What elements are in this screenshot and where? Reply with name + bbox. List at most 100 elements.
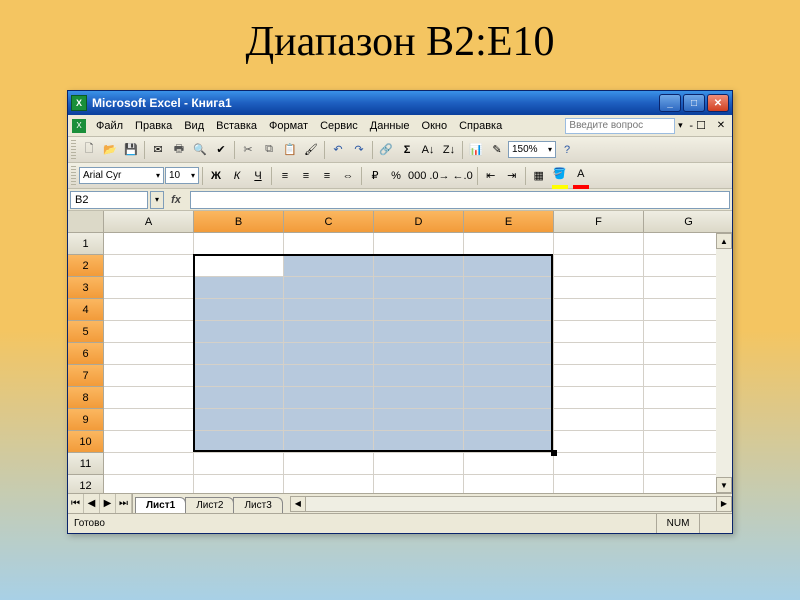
cell[interactable] bbox=[374, 255, 464, 277]
toolbar-grip[interactable] bbox=[71, 140, 76, 160]
select-all-corner[interactable] bbox=[68, 211, 104, 233]
sheet-prev-icon[interactable]: ◀ bbox=[84, 494, 100, 513]
cell[interactable] bbox=[554, 299, 644, 321]
menu-insert[interactable]: Вставка bbox=[210, 118, 263, 134]
cell[interactable] bbox=[464, 233, 554, 255]
vertical-scrollbar[interactable]: ▲ ▼ bbox=[716, 233, 732, 493]
decrease-decimal-icon[interactable]: ←.0 bbox=[452, 166, 474, 186]
print-icon[interactable]: 🖶 bbox=[169, 140, 189, 160]
cell-grid[interactable]: ABCDEFG123456789101112 bbox=[68, 211, 732, 493]
cell[interactable] bbox=[464, 299, 554, 321]
cell[interactable] bbox=[104, 255, 194, 277]
currency-icon[interactable]: ₽ bbox=[365, 166, 385, 186]
name-box-dropdown[interactable]: ▾ bbox=[150, 191, 164, 209]
cell[interactable] bbox=[104, 299, 194, 321]
help-dropdown-icon[interactable]: ▾ bbox=[675, 120, 685, 131]
cell[interactable] bbox=[464, 343, 554, 365]
scroll-down-icon[interactable]: ▼ bbox=[716, 477, 732, 493]
cell[interactable] bbox=[284, 453, 374, 475]
cell[interactable] bbox=[374, 453, 464, 475]
column-header[interactable]: D bbox=[374, 211, 464, 233]
italic-icon[interactable]: К bbox=[227, 166, 247, 186]
row-header[interactable]: 11 bbox=[68, 453, 104, 475]
cell[interactable] bbox=[194, 233, 284, 255]
scroll-up-icon[interactable]: ▲ bbox=[716, 233, 732, 249]
cell[interactable] bbox=[554, 475, 644, 493]
cell[interactable] bbox=[554, 431, 644, 453]
cell[interactable] bbox=[104, 409, 194, 431]
chart-icon[interactable]: 📊 bbox=[466, 140, 486, 160]
cell[interactable] bbox=[284, 475, 374, 493]
cell[interactable] bbox=[464, 365, 554, 387]
sheet-tab[interactable]: Лист2 bbox=[185, 497, 234, 513]
cell[interactable] bbox=[284, 409, 374, 431]
menu-view[interactable]: Вид bbox=[178, 118, 210, 134]
cell[interactable] bbox=[374, 299, 464, 321]
cell[interactable] bbox=[194, 299, 284, 321]
sheet-tab[interactable]: Лист1 bbox=[135, 497, 186, 513]
cell[interactable] bbox=[194, 277, 284, 299]
cell[interactable] bbox=[464, 431, 554, 453]
new-icon[interactable]: 🗋 bbox=[79, 140, 99, 160]
sheet-tab[interactable]: Лист3 bbox=[233, 497, 282, 513]
cell[interactable] bbox=[374, 475, 464, 493]
row-header[interactable]: 9 bbox=[68, 409, 104, 431]
row-header[interactable]: 12 bbox=[68, 475, 104, 493]
cell[interactable] bbox=[554, 409, 644, 431]
cell[interactable] bbox=[374, 277, 464, 299]
menu-help[interactable]: Справка bbox=[453, 118, 508, 134]
cell[interactable] bbox=[554, 277, 644, 299]
copy-icon[interactable]: ⧉ bbox=[259, 140, 279, 160]
fx-icon[interactable]: fx bbox=[166, 191, 186, 209]
cell[interactable] bbox=[554, 343, 644, 365]
cell[interactable] bbox=[464, 255, 554, 277]
cell[interactable] bbox=[554, 233, 644, 255]
increase-decimal-icon[interactable]: .0→ bbox=[428, 166, 450, 186]
row-header[interactable]: 8 bbox=[68, 387, 104, 409]
column-header[interactable]: F bbox=[554, 211, 644, 233]
merge-center-icon[interactable]: ⇔ bbox=[338, 166, 358, 186]
save-icon[interactable]: 💾 bbox=[121, 140, 141, 160]
cut-icon[interactable]: ✂ bbox=[238, 140, 258, 160]
help-search-input[interactable] bbox=[565, 118, 675, 134]
doc-close-button[interactable]: ✕ bbox=[713, 119, 729, 133]
cell[interactable] bbox=[554, 321, 644, 343]
cell[interactable] bbox=[284, 233, 374, 255]
cell[interactable] bbox=[104, 365, 194, 387]
cell[interactable] bbox=[464, 475, 554, 493]
maximize-button[interactable]: □ bbox=[683, 94, 705, 112]
cell[interactable] bbox=[194, 431, 284, 453]
cell[interactable] bbox=[284, 343, 374, 365]
cell[interactable] bbox=[104, 343, 194, 365]
cell[interactable] bbox=[194, 255, 284, 277]
menu-edit[interactable]: Правка bbox=[129, 118, 178, 134]
cell[interactable] bbox=[554, 255, 644, 277]
close-button[interactable]: ✕ bbox=[707, 94, 729, 112]
sort-desc-icon[interactable]: Z↓ bbox=[439, 140, 459, 160]
column-header[interactable]: E bbox=[464, 211, 554, 233]
cell[interactable] bbox=[194, 387, 284, 409]
cell[interactable] bbox=[284, 365, 374, 387]
cell[interactable] bbox=[374, 387, 464, 409]
name-box[interactable]: B2 bbox=[70, 191, 148, 209]
zoom-combo[interactable]: 150%▾ bbox=[508, 141, 556, 158]
row-header[interactable]: 6 bbox=[68, 343, 104, 365]
help-icon[interactable]: ? bbox=[557, 140, 577, 160]
horizontal-scrollbar[interactable]: ◀ ▶ bbox=[290, 494, 732, 513]
autosum-icon[interactable]: Σ bbox=[397, 140, 417, 160]
row-header[interactable]: 4 bbox=[68, 299, 104, 321]
cell[interactable] bbox=[464, 277, 554, 299]
print-preview-icon[interactable]: 🔍 bbox=[190, 140, 210, 160]
cell[interactable] bbox=[284, 299, 374, 321]
underline-icon[interactable]: Ч bbox=[248, 166, 268, 186]
cell[interactable] bbox=[194, 475, 284, 493]
cell[interactable] bbox=[374, 431, 464, 453]
cell[interactable] bbox=[104, 453, 194, 475]
cell[interactable] bbox=[464, 321, 554, 343]
cell[interactable] bbox=[194, 365, 284, 387]
row-header[interactable]: 3 bbox=[68, 277, 104, 299]
menu-window[interactable]: Окно bbox=[416, 118, 454, 134]
font-color-icon[interactable]: A bbox=[571, 166, 591, 186]
cell[interactable] bbox=[104, 431, 194, 453]
align-right-icon[interactable]: ≡ bbox=[317, 166, 337, 186]
